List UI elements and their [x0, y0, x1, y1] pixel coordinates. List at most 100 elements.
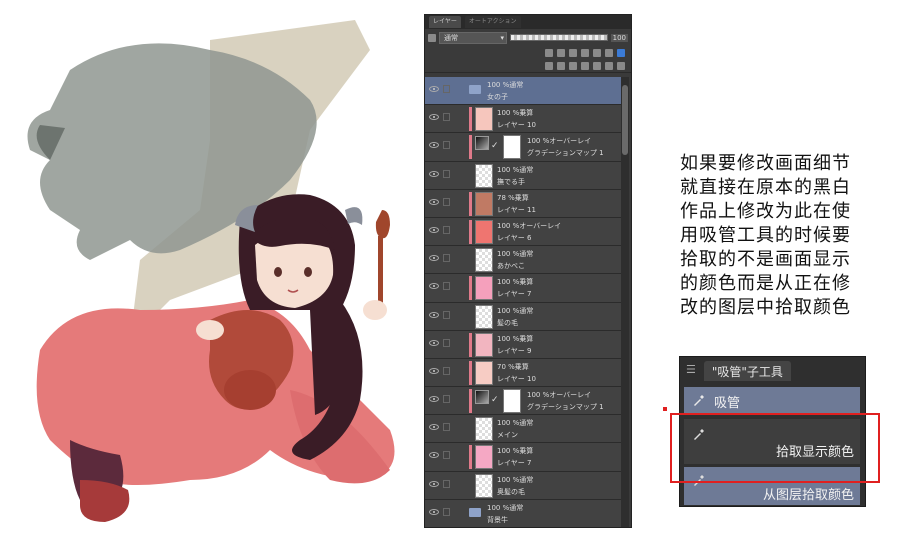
- mask-add-icon[interactable]: [605, 61, 613, 70]
- clip-indicator: [469, 107, 472, 132]
- layer-row[interactable]: 100 %通常 撫でる手: [425, 161, 621, 190]
- layer-row[interactable]: 100 %オーバーレイ レイヤー 6: [425, 217, 621, 247]
- layer-name: 奥髪の毛: [497, 487, 525, 496]
- clip-indicator: [469, 191, 472, 216]
- lock-checkbox[interactable]: [443, 254, 450, 263]
- layer-row[interactable]: 70 %乗算 レイヤー 10: [425, 358, 621, 388]
- lock-checkbox[interactable]: [443, 197, 450, 206]
- clip-icon[interactable]: [545, 48, 553, 57]
- layer-blend-label: 100 %通常: [487, 81, 524, 89]
- trash-icon[interactable]: [617, 61, 625, 70]
- new-raster-icon[interactable]: [545, 61, 553, 70]
- blend-mode-select[interactable]: 通常: [439, 31, 507, 44]
- layer-row[interactable]: 100 %通常 髪の毛: [425, 302, 621, 331]
- lock-checkbox[interactable]: [443, 507, 450, 516]
- visibility-eye-icon[interactable]: [429, 198, 439, 205]
- layer-row[interactable]: 100 %通常 あかべこ: [425, 246, 621, 275]
- opacity-slider[interactable]: [510, 34, 608, 41]
- lock-checkbox[interactable]: [443, 395, 450, 404]
- layer-thumbnail: [475, 445, 493, 470]
- layer-icon[interactable]: [428, 33, 436, 42]
- clip-indicator: [469, 332, 472, 357]
- layer-row[interactable]: ✓ 100 %オーバーレイ グラデーションマップ 1: [425, 387, 621, 416]
- layer-row[interactable]: 100 %乗算 レイヤー 9: [425, 330, 621, 359]
- tab-layer[interactable]: レイヤー: [429, 16, 461, 28]
- divider: [425, 72, 631, 73]
- visibility-eye-icon[interactable]: [429, 283, 439, 290]
- visibility-eye-icon[interactable]: [429, 170, 439, 177]
- tab-auto-action[interactable]: オートアクション: [464, 16, 521, 28]
- transfer-down-icon[interactable]: [581, 61, 589, 70]
- lock-checkbox[interactable]: [443, 225, 450, 234]
- layer-name: レイヤー 11: [497, 205, 536, 214]
- lock-checkbox[interactable]: [443, 366, 450, 375]
- lock-checkbox[interactable]: [443, 310, 450, 319]
- layer-name: レイヤー 7: [497, 459, 532, 468]
- layer-name: レイヤー 6: [497, 233, 532, 242]
- layer-row[interactable]: ✓ 100 %オーバーレイ グラデーションマップ 1: [425, 133, 621, 162]
- lock-transparent-icon[interactable]: [593, 48, 601, 57]
- visibility-eye-icon[interactable]: [429, 142, 439, 149]
- layer-name: 撫でる手: [497, 177, 525, 186]
- new-folder-icon[interactable]: [569, 61, 577, 70]
- check-icon: ✓: [491, 395, 499, 406]
- layer-row[interactable]: 78 %乗算 レイヤー 11: [425, 189, 621, 218]
- layer-row[interactable]: 100 %通常 奥髪の毛: [425, 471, 621, 500]
- clip-indicator: [469, 276, 472, 301]
- layer-blend-label: 100 %オーバーレイ: [527, 391, 592, 400]
- visibility-eye-icon[interactable]: [429, 424, 439, 431]
- lock-checkbox[interactable]: [443, 282, 450, 291]
- folder-icon[interactable]: [469, 507, 481, 517]
- visibility-eye-icon[interactable]: [429, 255, 439, 262]
- opacity-value[interactable]: 100: [610, 33, 628, 42]
- folder-icon[interactable]: [469, 85, 481, 94]
- eyedropper-group[interactable]: 吸管: [684, 387, 860, 413]
- layer-row[interactable]: 100 %通常 女の子: [425, 77, 621, 106]
- merge-down-icon[interactable]: [593, 61, 601, 70]
- layer-blend-label: 100 %通常: [487, 503, 524, 512]
- visibility-eye-icon[interactable]: [429, 114, 439, 121]
- lock-checkbox[interactable]: [443, 451, 450, 460]
- layer-thumbnail: [475, 276, 493, 301]
- layer-row[interactable]: 100 %乗算 レイヤー 7: [425, 443, 621, 472]
- visibility-eye-icon[interactable]: [429, 226, 439, 233]
- scrollbar-thumb[interactable]: [622, 85, 628, 155]
- layer-panel-tabs: レイヤー オートアクション: [425, 15, 631, 29]
- layer-thumbnail: [475, 332, 493, 357]
- lock-checkbox[interactable]: [443, 169, 450, 178]
- visibility-eye-icon[interactable]: [429, 452, 439, 459]
- layer-name: グラデーションマップ 1: [527, 149, 604, 158]
- visibility-eye-icon[interactable]: [429, 508, 439, 515]
- visibility-eye-icon[interactable]: [429, 86, 439, 92]
- layer-row[interactable]: 100 %乗算 レイヤー 7: [425, 274, 621, 303]
- lock-checkbox[interactable]: [443, 113, 450, 122]
- explanation-line: 拾取的不是画面显示: [680, 249, 851, 270]
- lock-checkbox[interactable]: [443, 85, 450, 93]
- visibility-eye-icon[interactable]: [429, 367, 439, 374]
- mask-icon[interactable]: [605, 48, 613, 57]
- menu-icon[interactable]: ☰: [686, 363, 696, 376]
- new-vector-icon[interactable]: [557, 61, 565, 70]
- explanation-line: 用吸管工具的时候要: [680, 225, 851, 246]
- sub-tool-tab[interactable]: "吸管"子工具: [703, 361, 791, 381]
- explanation-line: 作品上修改为此在使: [680, 201, 851, 222]
- lock-checkbox[interactable]: [443, 479, 450, 488]
- highlight-marker: [663, 407, 667, 411]
- visibility-eye-icon[interactable]: [429, 311, 439, 318]
- draft-icon[interactable]: [569, 48, 577, 57]
- layer-row[interactable]: 100 %乗算 レイヤー 10: [425, 105, 621, 134]
- layer-color-icon[interactable]: [617, 48, 625, 57]
- visibility-eye-icon[interactable]: [429, 480, 439, 487]
- lock-checkbox[interactable]: [443, 338, 450, 347]
- visibility-eye-icon[interactable]: [429, 396, 439, 403]
- visibility-eye-icon[interactable]: [429, 339, 439, 346]
- lock-checkbox[interactable]: [443, 141, 450, 150]
- layer-row[interactable]: 100 %通常 メイン: [425, 415, 621, 444]
- reference-icon[interactable]: [557, 48, 565, 57]
- lock-icon[interactable]: [581, 48, 589, 57]
- layer-row[interactable]: 100 %通常 背景牛: [425, 499, 621, 527]
- layer-mask-thumbnail: [503, 135, 521, 160]
- layer-name: あかべこ: [497, 262, 525, 271]
- lock-checkbox[interactable]: [443, 423, 450, 432]
- layer-thumbnail: [475, 219, 493, 244]
